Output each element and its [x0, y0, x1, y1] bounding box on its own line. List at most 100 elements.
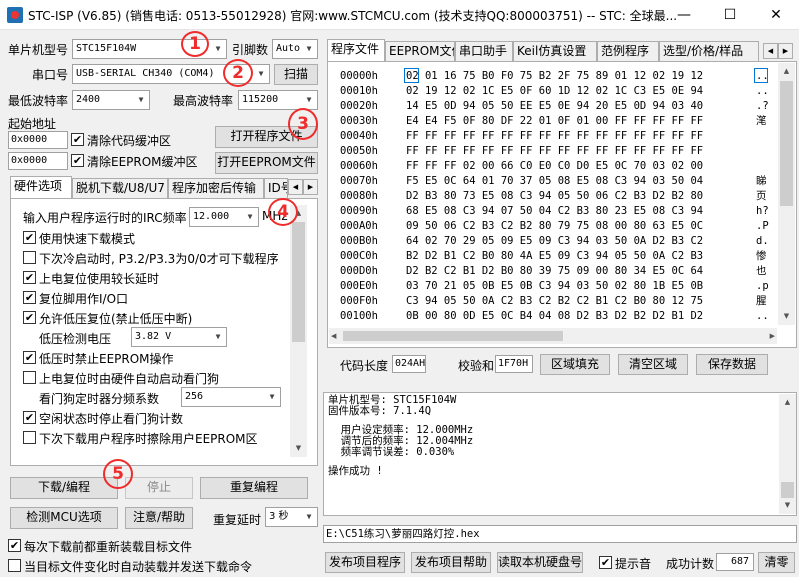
maximize-button[interactable]: ☐	[707, 0, 753, 30]
clear-code-checkbox[interactable]: ✔	[71, 133, 84, 146]
tab-keil-debug[interactable]: Keil仿真设置	[513, 41, 597, 61]
hex-row[interactable]: 00070h F5 E5 0C 64 01 70 37 05 08 E5 08 C…	[328, 174, 776, 189]
download-program-button[interactable]: 下载/编程	[10, 477, 118, 499]
scrollbar-thumb[interactable]	[292, 222, 305, 342]
chevron-left-icon[interactable]: ◀	[763, 43, 778, 59]
auto-load-send-checkbox[interactable]	[8, 559, 21, 572]
hex-row[interactable]: 000B0h 64 02 70 29 05 09 E5 09 C3 94 03 5…	[328, 234, 776, 249]
scrollbar-thumb[interactable]	[780, 81, 793, 206]
hex-bytes[interactable]: B2 D2 B1 C2 B0 80 4A E5 09 C3 94 05 50 0…	[406, 249, 746, 264]
hex-bytes[interactable]: 0B 00 80 0D E5 0C B4 04 08 D2 B3 D2 B2 D…	[406, 309, 746, 324]
hex-row[interactable]: 000A0h 09 50 06 C2 B3 C2 B2 80 79 75 08 0…	[328, 219, 776, 234]
publish-project-button[interactable]: 发布项目程序	[325, 552, 405, 573]
hex-ascii[interactable]: 滗	[756, 114, 776, 129]
hex-row[interactable]: 000C0h B2 D2 B1 C2 B0 80 4A E5 09 C3 94 0…	[328, 249, 776, 264]
tab-example-programs[interactable]: 范例程序	[597, 41, 659, 61]
fill-region-button[interactable]: 区域填充	[540, 354, 610, 375]
hex-ascii[interactable]: 腥	[756, 294, 776, 309]
tab-serial-assistant[interactable]: 串口助手	[455, 41, 513, 61]
scrollbar-thumb[interactable]	[781, 482, 794, 498]
code-address-input[interactable]: 0x0000	[8, 131, 68, 149]
erase-eeprom-checkbox[interactable]	[23, 431, 36, 444]
scan-button[interactable]: 扫描	[274, 64, 318, 85]
hex-bytes[interactable]: 64 02 70 29 05 09 E5 09 C3 94 03 50 0A D…	[406, 234, 746, 249]
clear-count-button[interactable]: 清零	[758, 552, 795, 573]
right-tab-scroll-arrows[interactable]: ◀ ▶	[763, 42, 793, 59]
hex-row[interactable]: 00040h FF FF FF FF FF FF FF FF FF FF FF F…	[328, 129, 776, 144]
hex-row[interactable]: 00010h 02 19 12 02 1C E5 0F 60 1D 12 02 1…	[328, 84, 776, 99]
lvd-voltage-select[interactable]: 3.82 V ▼	[131, 327, 227, 347]
hex-scrollbar[interactable]: ▲ ▼	[778, 63, 795, 325]
hex-ascii[interactable]: ..	[756, 309, 776, 324]
hex-bytes[interactable]: E4 E4 F5 0F 80 DF 22 01 0F 01 00 FF FF F…	[406, 114, 746, 129]
hex-row[interactable]: 000D0h D2 B2 C2 B1 D2 B0 80 39 75 09 00 8…	[328, 264, 776, 279]
chevron-right-icon[interactable]: ▶	[778, 43, 793, 59]
minimize-button[interactable]: —	[661, 0, 707, 30]
hex-ascii[interactable]: .p	[756, 279, 776, 294]
clear-eeprom-checkbox[interactable]: ✔	[71, 154, 84, 167]
check-mcu-options-button[interactable]: 检测MCU选项	[10, 507, 118, 529]
hex-bytes[interactable]: F5 E5 0C 64 01 70 37 05 08 E5 08 C3 94 0…	[406, 174, 746, 189]
tab-id-number[interactable]: ID号	[264, 178, 288, 198]
notes-help-button[interactable]: 注意/帮助	[125, 507, 193, 529]
hex-row[interactable]: 00030h E4 E4 F5 0F 80 DF 22 01 0F 01 00 F…	[328, 114, 776, 129]
scroll-down-icon[interactable]: ▼	[778, 308, 795, 325]
hex-bytes[interactable]: 02 19 12 02 1C E5 0F 60 1D 12 02 1C C3 E…	[406, 84, 746, 99]
scroll-left-icon[interactable]: ◀	[331, 328, 336, 344]
auto-watchdog-checkbox[interactable]	[23, 371, 36, 384]
reload-before-download-checkbox[interactable]: ✔	[8, 539, 21, 552]
log-scrollbar[interactable]: ▲ ▼	[779, 394, 796, 514]
scroll-down-icon[interactable]: ▼	[779, 497, 796, 514]
hex-bytes[interactable]: C3 94 05 50 0A C2 B3 C2 B2 C2 B1 C2 B0 8…	[406, 294, 746, 309]
chevron-left-icon[interactable]: ◀	[288, 179, 303, 195]
scroll-up-icon[interactable]: ▲	[779, 394, 796, 411]
hex-bytes[interactable]: 68 E5 08 C3 94 07 50 04 C2 B3 80 23 E5 0…	[406, 204, 746, 219]
lv-disable-eeprom-checkbox[interactable]: ✔	[23, 351, 36, 364]
eeprom-address-input[interactable]: 0x0000	[8, 152, 68, 170]
scroll-up-icon[interactable]: ▲	[778, 63, 795, 80]
min-baud-select[interactable]: 2400 ▼	[72, 90, 150, 110]
cold-start-p32-checkbox[interactable]	[23, 251, 36, 264]
hex-ascii[interactable]: .?	[756, 99, 776, 114]
hex-bytes[interactable]: D2 B3 80 73 E5 08 C3 94 05 50 06 C2 B3 D…	[406, 189, 746, 204]
read-disk-id-button[interactable]: 读取本机硬盘号	[497, 552, 583, 573]
hex-ascii[interactable]: d.	[756, 234, 776, 249]
hex-bytes[interactable]: FF FF FF FF FF FF FF FF FF FF FF FF FF F…	[406, 129, 746, 144]
hex-bytes[interactable]: FF FF FF 02 00 66 C0 E0 C0 D0 E5 0C 70 0…	[406, 159, 746, 174]
hex-bytes[interactable]: 09 50 06 C2 B3 C2 B2 80 79 75 08 00 80 6…	[406, 219, 746, 234]
tab-program-file[interactable]: 程序文件	[327, 39, 385, 61]
options-scrollbar[interactable]: ▲ ▼	[290, 205, 307, 457]
clear-region-button[interactable]: 清空区域	[618, 354, 688, 375]
watchdog-prescaler-select[interactable]: 256 ▼	[181, 387, 281, 407]
open-eeprom-file-button[interactable]: 打开EEPROM文件	[215, 152, 318, 174]
stop-button[interactable]: 停止	[125, 477, 193, 499]
hex-row[interactable]: 00020h 14 E5 0D 94 05 50 EE E5 0E 94 20 E…	[328, 99, 776, 114]
tab-hardware-options[interactable]: 硬件选项	[10, 176, 72, 198]
long-reset-delay-checkbox[interactable]: ✔	[23, 271, 36, 284]
hex-row[interactable]: 000F0h C3 94 05 50 0A C2 B3 C2 B2 C2 B1 C…	[328, 294, 776, 309]
hex-row[interactable]: 00100h 0B 00 80 0D E5 0C B4 04 08 D2 B3 D…	[328, 309, 776, 324]
tab-offline-download[interactable]: 脱机下载/U8/U7	[72, 178, 168, 198]
hex-bytes[interactable]: 14 E5 0D 94 05 50 EE E5 0E 94 20 E5 0D 9…	[406, 99, 746, 114]
repeat-delay-select[interactable]: 3 秒 ▼	[265, 507, 318, 527]
hex-bytes[interactable]: FF FF FF FF FF FF FF FF FF FF FF FF FF F…	[406, 144, 746, 159]
hex-row[interactable]: 00080h D2 B3 80 73 E5 08 C3 94 05 50 06 C…	[328, 189, 776, 204]
tab-scroll-arrows[interactable]: ◀ ▶	[288, 178, 318, 195]
idle-stop-watchdog-checkbox[interactable]: ✔	[23, 411, 36, 424]
hex-row[interactable]: 00000h 02 01 16 75 B0 F0 75 B2 2F 75 89 0…	[328, 69, 776, 84]
save-data-button[interactable]: 保存数据	[696, 354, 768, 375]
hex-ascii[interactable]: 惨	[756, 249, 776, 264]
fast-download-checkbox[interactable]: ✔	[23, 231, 36, 244]
reset-pin-io-checkbox[interactable]: ✔	[23, 291, 36, 304]
max-baud-select[interactable]: 115200 ▼	[238, 90, 318, 110]
hex-row[interactable]: 000E0h 03 70 21 05 0B E5 0B C3 94 03 50 0…	[328, 279, 776, 294]
hex-row[interactable]: 00090h 68 E5 08 C3 94 07 50 04 C2 B3 80 2…	[328, 204, 776, 219]
hex-ascii[interactable]: 页	[756, 189, 776, 204]
chevron-right-icon[interactable]: ▶	[303, 179, 318, 195]
hex-row[interactable]: 00060h FF FF FF 02 00 66 C0 E0 C0 D0 E5 0…	[328, 159, 776, 174]
hex-bytes[interactable]: D2 B2 C2 B1 D2 B0 80 39 75 09 00 80 34 E…	[406, 264, 746, 279]
hex-hscrollbar[interactable]: ◀ ▶	[329, 328, 777, 344]
hex-ascii[interactable]: 睇	[756, 174, 776, 189]
low-voltage-reset-checkbox[interactable]: ✔	[23, 311, 36, 324]
scroll-down-icon[interactable]: ▼	[290, 440, 307, 457]
